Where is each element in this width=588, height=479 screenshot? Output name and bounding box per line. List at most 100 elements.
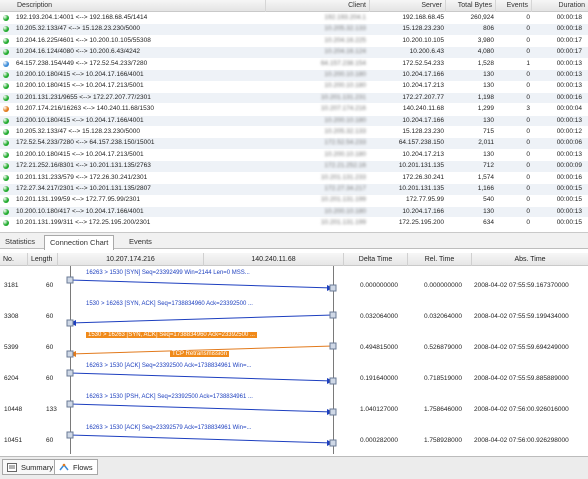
connection-chart: 3181 60 0.000000000 0.000000000 2008-04-02 0… (0, 266, 588, 454)
cell-server: 10.204.17.166 (402, 116, 444, 124)
tab-events[interactable]: Events (124, 235, 157, 250)
packet-label: 1530 > 16263 [SYN, ACK] Seq=1738834960 A… (86, 332, 257, 338)
table-row[interactable]: 192.193.204.1:4001 <--> 192.168.68.45/14… (0, 13, 588, 24)
cell-server: 15.128.23.230 (402, 25, 444, 33)
packet-length: 133 (46, 406, 57, 413)
column-duration[interactable]: Duration (532, 0, 588, 12)
cell-events: 0 (526, 219, 530, 227)
status-icon (3, 72, 9, 78)
table-row[interactable]: 10.205.32.133/47 <--> 15.128.23.230/5000… (0, 24, 588, 35)
status-icon (3, 129, 9, 135)
table-row[interactable]: 64.157.238.154/449 <--> 172.52.54.233/72… (0, 59, 588, 70)
cell-description: 64.157.238.154/449 <--> 172.52.54.233/72… (16, 59, 148, 67)
table-row[interactable]: 10.205.32.133/47 <--> 15.128.23.230/5000… (0, 127, 588, 138)
column-label: Description (17, 2, 53, 9)
cell-client: 10.200.10.180 (324, 71, 366, 78)
table-row[interactable]: 10.201.131.199/59 <--> 172.77.95.99/2301… (0, 195, 588, 206)
status-icon (3, 186, 9, 192)
cell-server: 10.201.131.135 (398, 162, 444, 170)
chart-row[interactable]: 6204 60 0.191640000 0.718519000 2008-04-02 0… (0, 373, 588, 385)
table-row[interactable]: 10.201.131.233/579 <--> 172.26.30.241/23… (0, 173, 588, 184)
column-server[interactable]: Server (370, 0, 446, 12)
cell-duration: 00:00:18 (556, 14, 582, 21)
cell-client: 10.205.32.133 (324, 25, 366, 33)
cell-events: 3 (526, 105, 530, 113)
cell-description: 10.200.10.180/415 <--> 10.204.17.166/400… (16, 71, 144, 78)
bottom-tabbar: Summary Flows (0, 456, 588, 479)
cell-server: 15.128.23.230 (402, 128, 444, 135)
cell-client: 172.52.54.233 (324, 139, 366, 147)
cell-description: 172.52.54.233/7280 <--> 64.157.238.150/1… (16, 139, 155, 147)
status-icon (3, 220, 9, 227)
table-row[interactable]: 10.200.10.180/415 <--> 10.204.17.166/400… (0, 115, 588, 127)
tab-statistics[interactable]: Statistics (0, 235, 40, 250)
cell-events: 0 (526, 128, 530, 135)
cell-duration: 00:00:16 (556, 173, 582, 181)
cell-events: 0 (526, 207, 530, 215)
column-total-bytes[interactable]: Total Bytes (446, 0, 496, 12)
packet-label: 16263 > 1530 [ACK] Seq=23392500 Ack=1738… (86, 363, 252, 369)
cell-description: 10.201.131.233/579 <--> 172.26.30.241/23… (16, 173, 148, 181)
table-row[interactable]: 172.21.252.16/8301 <--> 10.201.131.135/2… (0, 161, 588, 172)
table-row[interactable]: 10.201.131.199/311 <--> 172.25.195.200/2… (0, 218, 588, 229)
status-icon (3, 151, 9, 158)
chart-row[interactable]: 3181 60 0.000000000 0.000000000 2008-04-02 0… (0, 280, 588, 292)
cell-duration: 00:00:06 (556, 139, 582, 147)
column-client[interactable]: Client (266, 0, 370, 12)
cell-events: 0 (526, 150, 530, 158)
table-row[interactable]: 10.204.16.124/4080 <--> 10.200.6.43/4242… (0, 47, 588, 58)
cell-total-bytes: 130 (483, 207, 494, 215)
column-abs-time[interactable]: Abs. Time (472, 253, 588, 266)
table-row[interactable]: 10.200.10.180/415 <--> 10.204.17.213/500… (0, 150, 588, 161)
table-row[interactable]: 172.27.34.217/2301 <--> 10.201.131.135/2… (0, 184, 588, 195)
chart-row[interactable]: 10448 133 1.040127000 1.758646000 2008-04-02… (0, 404, 588, 416)
cell-client: 10.200.10.180 (324, 207, 366, 215)
cell-events: 0 (526, 14, 530, 21)
column-host-b[interactable]: 140.240.11.68 (204, 253, 344, 266)
cell-client: 10.200.10.180 (324, 82, 366, 90)
cell-duration: 00:00:13 (556, 150, 582, 158)
packet-length: 60 (46, 344, 54, 351)
table-row[interactable]: 10.204.16.225/4601 <--> 10.200.10.105/55… (0, 36, 588, 47)
packet-no: 3181 (4, 282, 19, 289)
column-description[interactable]: Description (0, 0, 266, 12)
tab-flows[interactable]: Flows (54, 459, 98, 475)
tab-connection-chart[interactable]: Connection Chart (44, 235, 115, 250)
cell-duration: 00:00:15 (556, 185, 582, 192)
chart-row[interactable]: 10451 60 0.000282000 1.758928000 2008-04-02 … (0, 435, 588, 447)
cell-client: 10.201.131.199 (320, 196, 366, 204)
analysis-tabbar: Statistics Connection Chart Events (0, 232, 588, 250)
column-delta-time[interactable]: Delta Time (344, 253, 408, 266)
cell-client: 10.201.131.199 (320, 219, 366, 227)
cell-duration: 00:00:17 (556, 48, 582, 56)
table-row[interactable]: 10.200.10.180/417 <--> 10.204.17.166/400… (0, 206, 588, 218)
table-row[interactable]: 10.200.10.180/415 <--> 10.204.17.213/500… (0, 81, 588, 92)
cell-server: 172.25.195.200 (398, 219, 444, 227)
tab-summary[interactable]: Summary (2, 459, 59, 475)
cell-total-bytes: 3,980 (477, 36, 494, 44)
packet-no: 3308 (4, 313, 19, 320)
cell-duration: 00:00:13 (556, 59, 582, 67)
column-events[interactable]: Events (496, 0, 532, 12)
cell-total-bytes: 1,166 (477, 185, 494, 192)
flows-table-header: Description Client Server Total Bytes Ev… (0, 0, 588, 12)
column-length[interactable]: Length (28, 253, 58, 266)
cell-events: 0 (526, 196, 530, 204)
table-row[interactable]: 10.207.174.216/16263 <--> 140.240.11.68/… (0, 104, 588, 115)
chart-row[interactable]: 3308 60 0.032064000 0.032064000 2008-04-02 0… (0, 311, 588, 323)
packet-rel-time: 0.718519000 (424, 375, 462, 382)
cell-server: 10.204.17.213 (402, 82, 444, 90)
table-row[interactable]: 10.201.131.231/9655 <--> 172.27.207.77/2… (0, 92, 588, 104)
column-rel-time[interactable]: Rel. Time (408, 253, 472, 266)
status-icon (3, 117, 9, 124)
status-icon (3, 94, 9, 101)
cell-events: 0 (526, 139, 530, 147)
cell-events: 0 (526, 93, 530, 101)
cell-total-bytes: 1,528 (477, 59, 494, 67)
table-row[interactable]: 172.52.54.233/7280 <--> 64.157.238.150/1… (0, 138, 588, 149)
column-no[interactable]: No. (0, 253, 28, 266)
table-row[interactable]: 10.200.10.180/415 <--> 10.204.17.166/400… (0, 70, 588, 81)
column-host-a[interactable]: 10.207.174.216 (58, 253, 204, 266)
chart-row[interactable]: 5399 60 0.494815000 0.526879000 2008-04-02 0… (0, 342, 588, 354)
summary-icon (7, 463, 17, 472)
